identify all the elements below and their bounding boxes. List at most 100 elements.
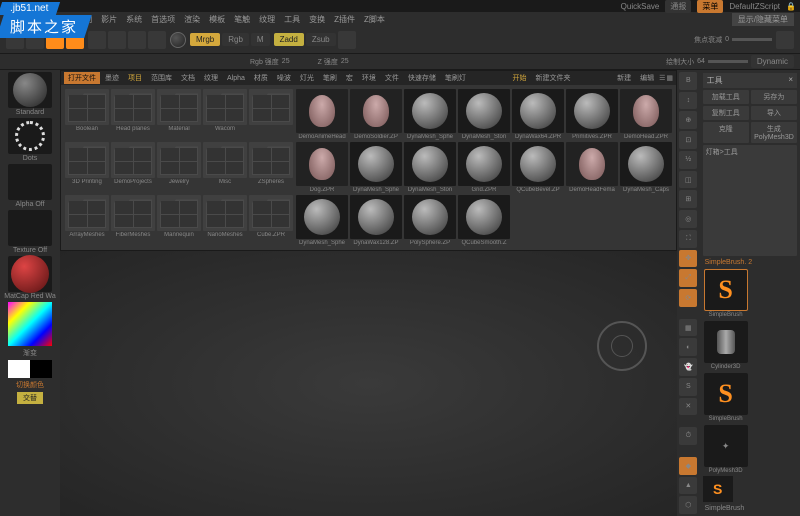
tab-item[interactable]: 宏	[342, 72, 357, 84]
folder-item[interactable]: ArrayMeshes	[65, 195, 109, 246]
new-button[interactable]: 新建	[613, 72, 635, 84]
project-item[interactable]: Dog.ZPR	[296, 142, 348, 193]
project-item[interactable]: Grid.ZPR	[458, 142, 510, 193]
folder-item[interactable]: Misc	[203, 142, 247, 193]
history-icon[interactable]: ⏱	[679, 427, 697, 445]
menus-button[interactable]: 菜单	[697, 0, 723, 13]
project-item[interactable]: DynaMesh_Caps	[620, 142, 672, 193]
move-nav-icon[interactable]: ✥	[679, 250, 697, 268]
material-sphere-icon[interactable]	[170, 32, 186, 48]
edit-icon[interactable]	[66, 31, 84, 49]
folder-item[interactable]: Head planes	[111, 89, 155, 140]
scroll-icon[interactable]: ↕	[679, 92, 697, 110]
quicksave-button[interactable]: QuickSave	[621, 2, 660, 11]
tab-item[interactable]: 范围库	[147, 72, 176, 84]
transp-icon[interactable]: ◐	[679, 338, 697, 356]
scale-icon[interactable]	[128, 31, 146, 49]
save-as-button[interactable]: 另存为	[751, 90, 797, 104]
project-item[interactable]: Primitives.ZPR	[566, 89, 618, 140]
zoom-icon[interactable]: ⊕	[679, 111, 697, 129]
dynamic-button[interactable]: Dynamic	[751, 55, 794, 68]
project-item[interactable]: DynaMesh_Ston	[458, 89, 510, 140]
load-tool-button[interactable]: 加载工具	[703, 90, 749, 104]
tab-item[interactable]: 笔刷	[319, 72, 341, 84]
projection-icon[interactable]	[46, 31, 64, 49]
menu-item[interactable]: Z插件	[334, 14, 355, 25]
tool-thumb[interactable]: ✦PolyMesh3D	[703, 425, 749, 474]
lightbox-icon[interactable]	[26, 31, 44, 49]
project-item[interactable]: DemoSoldier.ZP	[350, 89, 402, 140]
lightbox-tools-button[interactable]: 灯箱>工具	[703, 145, 797, 256]
gizmo-icon[interactable]: ◆	[679, 457, 697, 475]
zcut-icon[interactable]	[338, 31, 356, 49]
ghost-icon[interactable]: 👻	[679, 358, 697, 376]
actual-icon[interactable]: ⊡	[679, 131, 697, 149]
polymesh-button[interactable]: 生成 PolyMesh3D	[751, 122, 797, 143]
menu-item[interactable]: 变换	[309, 14, 325, 25]
draw-icon[interactable]	[88, 31, 106, 49]
clone-button[interactable]: 克隆	[703, 122, 749, 143]
project-item[interactable]: PolySphere.ZP	[404, 195, 456, 246]
close-icon[interactable]: ×	[788, 75, 793, 86]
folder-item[interactable]: Jewelry	[157, 142, 201, 193]
menu-item[interactable]: 首选项	[151, 14, 175, 25]
brush-icon[interactable]	[6, 31, 24, 49]
menu-item[interactable]: 工具	[284, 14, 300, 25]
project-item[interactable]: DynaMesh_Sphe	[404, 89, 456, 140]
color-swatches[interactable]	[2, 360, 58, 378]
color-picker[interactable]	[2, 302, 58, 346]
edit-button[interactable]: 编辑	[636, 72, 658, 84]
polyframe-icon[interactable]: ▦	[679, 319, 697, 337]
nav-ring[interactable]	[597, 321, 647, 371]
menu-item[interactable]: 笔触	[234, 14, 250, 25]
folder-item[interactable]: ZSpheres	[249, 142, 293, 193]
project-item[interactable]: DemoHead.ZPR	[620, 89, 672, 140]
tab-item[interactable]: 快速存储	[404, 72, 440, 84]
import-button[interactable]: 导入	[751, 106, 797, 120]
sculptris-icon[interactable]: ▲	[679, 477, 697, 495]
project-item[interactable]: QCubeBevel.ZP	[512, 142, 564, 193]
folder-item[interactable]: FiberMeshes	[111, 195, 155, 246]
folder-item[interactable]: DemoProjects	[111, 142, 155, 193]
stroke-slot[interactable]: Dots	[2, 118, 58, 162]
tab-item[interactable]: 笔刷灯	[441, 72, 470, 84]
project-item[interactable]: DynaMesh_Sphe	[296, 195, 348, 246]
script-label[interactable]: DefaultZScript	[729, 2, 780, 11]
draw-size-slider[interactable]	[708, 60, 748, 63]
brush-slot[interactable]: Standard	[2, 72, 58, 116]
project-item[interactable]: DynaWax128.ZP	[350, 195, 402, 246]
folder-item[interactable]: Mannequin	[157, 195, 201, 246]
start-button[interactable]: 开始	[509, 72, 531, 84]
activate-icon[interactable]: ⬡	[679, 496, 697, 514]
project-item[interactable]: DemoHeadFema	[566, 142, 618, 193]
focal-slider[interactable]	[732, 38, 772, 41]
canvas[interactable]	[60, 251, 677, 516]
menu-item[interactable]: 纹理	[259, 14, 275, 25]
material-slot[interactable]: MatCap Red Wa	[2, 256, 58, 300]
rgb-button[interactable]: Rgb	[222, 33, 249, 46]
menu-item[interactable]: 灯光	[26, 14, 42, 25]
tab-item[interactable]: 文件	[381, 72, 403, 84]
rgb-intensity-value[interactable]: 25	[282, 58, 290, 65]
folder-item[interactable]: NanoMeshes	[203, 195, 247, 246]
bpr-icon[interactable]: B	[679, 72, 697, 90]
menu-item[interactable]: Z脚本	[364, 14, 385, 25]
move-icon[interactable]	[108, 31, 126, 49]
tool-thumb[interactable]: SSimpleBrush	[703, 269, 749, 318]
switch-color-label[interactable]: 切换颜色	[16, 380, 44, 390]
project-item[interactable]: DynaMesh_Sphe	[350, 142, 402, 193]
zsub-button[interactable]: Zsub	[306, 33, 336, 46]
grid-view-icon[interactable]: ▦	[666, 74, 673, 82]
hint-pill[interactable]: 通报	[665, 0, 691, 13]
tool-history-item[interactable]: S	[703, 476, 733, 502]
curve-icon[interactable]	[776, 31, 794, 49]
local-icon[interactable]: ◎	[679, 210, 697, 228]
project-item[interactable]: DemoAnimeHead	[296, 89, 348, 140]
toggle-menu-button[interactable]: 显示/隐藏菜单	[732, 13, 794, 26]
tab-item[interactable]: 纹理	[200, 72, 222, 84]
tool-thumb[interactable]: Cylinder3D	[703, 321, 749, 370]
floor-icon[interactable]: ⊞	[679, 190, 697, 208]
menu-item[interactable]: 标记	[51, 14, 67, 25]
lock-icon[interactable]: 🔒	[786, 2, 796, 11]
menu-item[interactable]: 影片	[101, 14, 117, 25]
